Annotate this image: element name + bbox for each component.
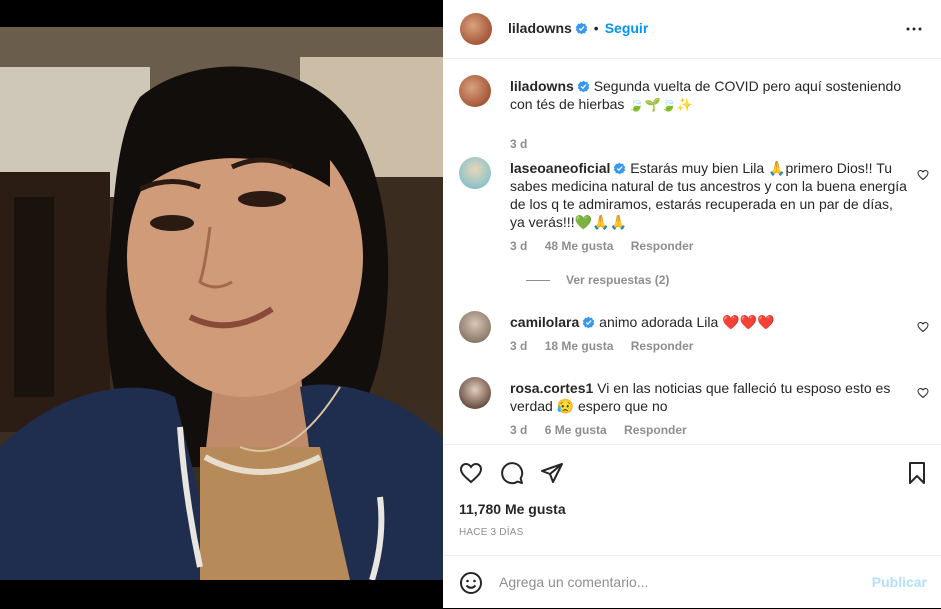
- post-side-panel: liladowns • Seguir liladowns Segunda vuelt…: [443, 0, 941, 608]
- caption-author-avatar[interactable]: [459, 75, 491, 107]
- comment-item: laseoaneoficial Estarás muy bien Lila 🙏p…: [459, 157, 929, 287]
- comment-bubble-icon[interactable]: [500, 461, 524, 485]
- post-like-count[interactable]: 11,780 Me gusta: [459, 501, 566, 517]
- comment-text-block: rosa.cortes1 Vi en las noticias que fall…: [510, 379, 910, 415]
- verified-badge-icon: [575, 22, 588, 35]
- comment-input[interactable]: [499, 572, 859, 592]
- comment-item: rosa.cortes1 Vi en las noticias que fall…: [459, 377, 929, 443]
- post-timestamp[interactable]: HACE 3 DÍAS: [459, 527, 523, 538]
- replies-divider: [526, 279, 550, 281]
- comment-item: camilolara animo adorada Lila ❤️❤️❤️ 3 d…: [459, 311, 929, 361]
- view-replies-label: Ver respuestas (2): [566, 273, 670, 287]
- publish-button[interactable]: Publicar: [872, 574, 927, 590]
- comment-meta: 3 d 18 Me gusta Responder: [510, 339, 707, 353]
- comment-username[interactable]: camilolara: [510, 314, 579, 330]
- caption-item: liladowns Segunda vuelta de COVID pero a…: [459, 75, 929, 151]
- comment-text: animo adorada Lila ❤️❤️❤️: [599, 314, 775, 330]
- share-paper-plane-icon[interactable]: [540, 461, 564, 485]
- comment-composer: Publicar: [443, 555, 941, 609]
- caption-emojis: 🍃🌱🍃✨: [628, 97, 694, 112]
- separator-dot: •: [593, 20, 599, 36]
- author-username[interactable]: liladowns: [508, 20, 572, 36]
- view-replies-button[interactable]: Ver respuestas (2): [526, 273, 669, 287]
- comment-meta: 3 d 48 Me gusta Responder: [510, 239, 707, 253]
- verified-badge-icon: [614, 162, 626, 175]
- verified-badge-icon: [582, 316, 595, 329]
- post-photo-pane: [0, 0, 443, 608]
- comment-text-block: camilolara animo adorada Lila ❤️❤️❤️: [510, 313, 910, 331]
- caption-username[interactable]: liladowns: [510, 78, 574, 94]
- commenter-avatar[interactable]: [459, 311, 491, 343]
- caption-meta: 3 d: [510, 137, 541, 151]
- post-photo[interactable]: [0, 27, 443, 580]
- post-actions: 11,780 Me gusta HACE 3 DÍAS: [443, 444, 941, 556]
- emoji-smiley-icon[interactable]: [459, 571, 483, 595]
- comment-time[interactable]: 3 d: [510, 339, 527, 353]
- reply-button[interactable]: Responder: [631, 239, 694, 253]
- selfie-illustration: [0, 27, 443, 580]
- like-heart-icon[interactable]: [459, 461, 483, 485]
- reply-button[interactable]: Responder: [631, 339, 694, 353]
- author-line: liladowns • Seguir: [508, 20, 648, 38]
- like-comment-heart-icon[interactable]: [917, 321, 929, 333]
- comment-time[interactable]: 3 d: [510, 423, 527, 437]
- commenter-avatar[interactable]: [459, 377, 491, 409]
- like-comment-heart-icon[interactable]: [917, 169, 929, 181]
- comment-likes[interactable]: 18 Me gusta: [545, 339, 614, 353]
- reply-button[interactable]: Responder: [624, 423, 687, 437]
- post-header: liladowns • Seguir: [443, 0, 941, 59]
- caption-time[interactable]: 3 d: [510, 137, 527, 151]
- save-bookmark-icon[interactable]: [905, 461, 929, 485]
- comment-text-block: laseoaneoficial Estarás muy bien Lila 🙏p…: [510, 159, 910, 231]
- follow-button[interactable]: Seguir: [605, 20, 649, 36]
- comment-username[interactable]: laseoaneoficial: [510, 160, 610, 176]
- comment-likes[interactable]: 6 Me gusta: [545, 423, 607, 437]
- more-options-icon[interactable]: [905, 20, 923, 38]
- like-comment-heart-icon[interactable]: [917, 387, 929, 399]
- comment-time[interactable]: 3 d: [510, 239, 527, 253]
- commenter-avatar[interactable]: [459, 157, 491, 189]
- comment-meta: 3 d 6 Me gusta Responder: [510, 423, 701, 437]
- verified-badge-icon: [577, 80, 590, 93]
- comments-list[interactable]: liladowns Segunda vuelta de COVID pero a…: [443, 59, 941, 444]
- comment-likes[interactable]: 48 Me gusta: [545, 239, 614, 253]
- comment-username[interactable]: rosa.cortes1: [510, 380, 593, 396]
- caption-text-block: liladowns Segunda vuelta de COVID pero a…: [510, 77, 910, 114]
- author-avatar[interactable]: [460, 13, 492, 45]
